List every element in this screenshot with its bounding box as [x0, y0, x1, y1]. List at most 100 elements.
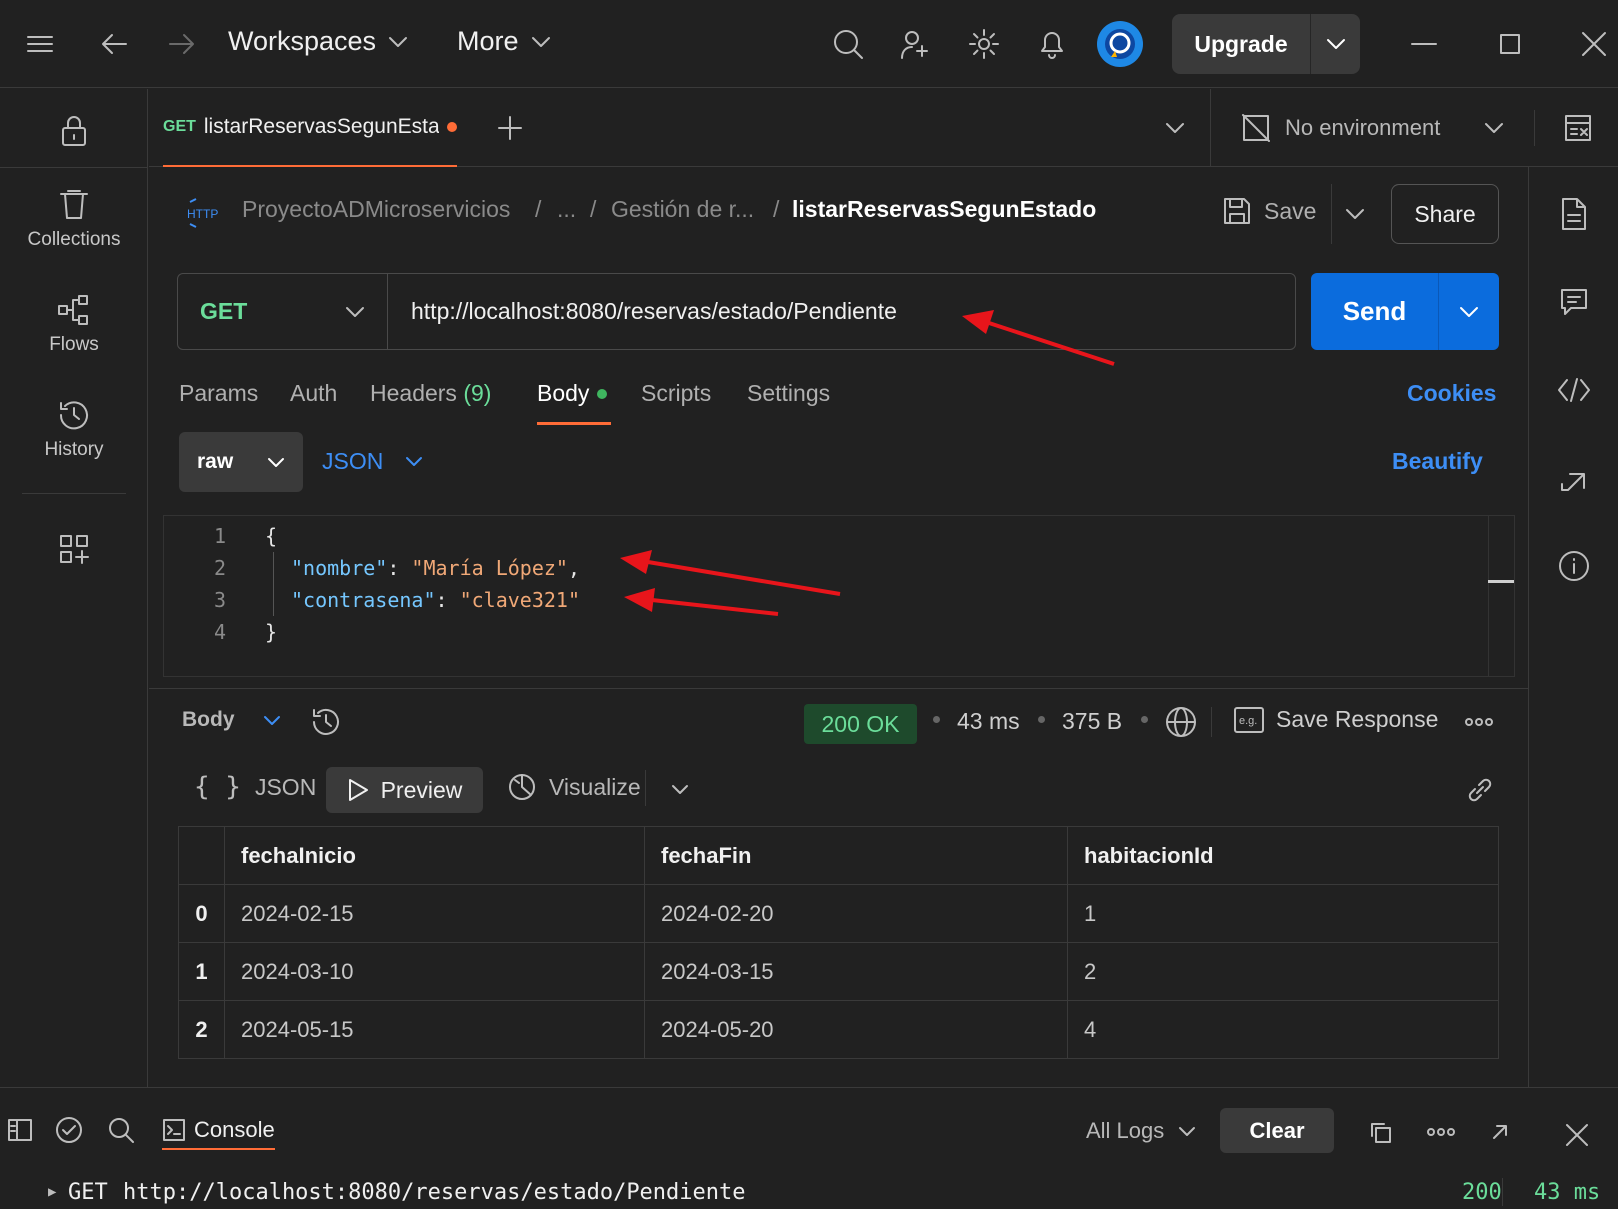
close-window-icon[interactable]: [1578, 28, 1610, 60]
row-index: 0: [178, 884, 225, 943]
sidebar-item-history[interactable]: History: [0, 399, 148, 461]
editor-scroll-thumb[interactable]: [1488, 580, 1514, 583]
add-widgets-icon[interactable]: [54, 529, 94, 569]
breadcrumb-separator: /: [535, 196, 542, 222]
save-disk-icon: [1224, 198, 1250, 224]
expand-triangle-icon[interactable]: ▶: [48, 1184, 56, 1200]
log-level-label: All Logs: [1086, 1118, 1165, 1143]
method-select[interactable]: GET: [178, 274, 388, 349]
play-icon: [348, 779, 368, 801]
maximize-window-icon[interactable]: [1492, 28, 1528, 60]
clear-console-button[interactable]: Clear: [1220, 1108, 1334, 1153]
save-dropdown-chevron-icon[interactable]: [1340, 200, 1370, 228]
tab-params[interactable]: Params: [179, 380, 258, 407]
format-visualize-tab[interactable]: Visualize: [507, 772, 641, 802]
tab-settings[interactable]: Settings: [747, 380, 830, 407]
network-globe-icon[interactable]: [1163, 704, 1199, 740]
log-time: 43 ms: [1534, 1180, 1601, 1205]
visualize-dropdown-chevron-icon[interactable]: [665, 778, 695, 800]
tabs-dropdown-chevron-icon[interactable]: [1160, 115, 1190, 141]
json-value: "clave321": [459, 588, 581, 612]
save-response-button[interactable]: e.g. Save Response: [1234, 706, 1438, 733]
indent-guide: [273, 552, 274, 616]
close-console-icon[interactable]: [1562, 1120, 1592, 1150]
column-header: habitacionId: [1067, 826, 1499, 885]
search-icon[interactable]: [830, 26, 866, 62]
table-cell: 2024-02-20: [644, 884, 1068, 943]
new-tab-plus-icon[interactable]: [495, 113, 525, 143]
find-search-icon[interactable]: [106, 1115, 136, 1145]
environment-quick-look-icon[interactable]: [1563, 113, 1593, 143]
body-language-select[interactable]: JSON: [322, 448, 423, 475]
share-button[interactable]: Share: [1391, 184, 1499, 244]
workspaces-menu[interactable]: Workspaces: [228, 26, 408, 57]
save-button[interactable]: Save: [1222, 196, 1316, 226]
left-sidebar: Collections Flows History: [0, 89, 148, 1087]
copy-console-icon[interactable]: [1366, 1118, 1394, 1146]
line-number: 3: [213, 588, 226, 612]
url-input[interactable]: http://localhost:8080/reservas/estado/Pe…: [388, 298, 897, 325]
tab-body[interactable]: Body: [537, 380, 608, 407]
breadcrumb-collection[interactable]: ProyectoADMicroservicios: [242, 196, 510, 223]
tab-name: listarReservasSegunEstado: [203, 115, 440, 138]
cookies-link[interactable]: Cookies: [1407, 380, 1496, 407]
toggle-sidebar-icon[interactable]: [6, 1116, 34, 1144]
active-tab-underline: [537, 422, 611, 425]
upgrade-button[interactable]: Upgrade: [1172, 14, 1360, 74]
body-mode-select[interactable]: raw: [179, 432, 303, 492]
settings-gear-icon[interactable]: [966, 26, 1002, 62]
send-dropdown[interactable]: [1439, 273, 1499, 350]
tab-auth[interactable]: Auth: [290, 380, 337, 407]
send-button[interactable]: Send: [1311, 273, 1499, 350]
console-tab-label: Console: [194, 1117, 275, 1142]
sidebar-item-flows[interactable]: Flows: [0, 294, 148, 356]
menu-icon[interactable]: [24, 28, 56, 60]
breadcrumb-ellipsis[interactable]: ...: [557, 196, 576, 223]
breadcrumb-separator: /: [773, 196, 780, 222]
tab-console[interactable]: Console: [162, 1112, 275, 1150]
console-more-options-icon[interactable]: [1424, 1118, 1458, 1146]
response-divider: [149, 688, 1528, 689]
related-collections-icon[interactable]: [1555, 459, 1593, 497]
info-icon[interactable]: [1555, 547, 1593, 585]
runner-check-icon[interactable]: [54, 1115, 84, 1145]
body-code-editor[interactable]: 1 { 2 "nombre": "María López", 3 "contra…: [163, 515, 1515, 677]
sidebar-item-collections[interactable]: Collections: [0, 189, 148, 251]
environment-label: No environment: [1285, 115, 1441, 140]
editor-scrollbar[interactable]: [1488, 516, 1514, 676]
save-response-label: Save Response: [1276, 706, 1439, 732]
tab-listar-reservas[interactable]: GET listarReservasSegunEstado: [163, 89, 457, 167]
invite-user-icon[interactable]: [898, 26, 934, 62]
comments-icon[interactable]: [1555, 283, 1593, 321]
history-icon: [59, 401, 88, 430]
lock-icon[interactable]: [54, 111, 94, 151]
tab-body-label: Body: [537, 380, 590, 406]
pop-out-console-icon[interactable]: [1486, 1118, 1514, 1146]
column-header: fechaFin: [644, 826, 1068, 885]
upgrade-dropdown[interactable]: [1311, 14, 1360, 74]
beautify-button[interactable]: Beautify: [1392, 448, 1483, 475]
back-arrow-icon[interactable]: [98, 28, 130, 60]
sidebar-item-label: Flows: [49, 334, 99, 355]
user-avatar[interactable]: [1097, 21, 1143, 67]
breadcrumb-folder[interactable]: Gestión de r...: [611, 196, 754, 223]
tab-scripts[interactable]: Scripts: [641, 380, 711, 407]
documentation-icon[interactable]: [1555, 195, 1593, 233]
more-menu[interactable]: More: [457, 26, 551, 57]
more-options-icon[interactable]: [1462, 708, 1496, 736]
response-preview-table: fechaInicio fechaFin habitacionId 0 2024…: [178, 826, 1499, 1059]
format-json-tab[interactable]: { } JSON: [194, 772, 316, 802]
unsaved-dot-icon: [447, 122, 457, 132]
response-view-select[interactable]: Body: [182, 708, 281, 732]
minimize-window-icon[interactable]: [1406, 28, 1442, 60]
notifications-bell-icon[interactable]: [1034, 26, 1070, 62]
format-preview-tab[interactable]: Preview: [326, 767, 483, 813]
code-snippet-icon[interactable]: [1555, 371, 1593, 409]
response-history-icon[interactable]: [308, 704, 344, 740]
forward-arrow-icon[interactable]: [166, 28, 198, 60]
tab-headers[interactable]: Headers (9): [370, 380, 491, 407]
log-level-filter[interactable]: All Logs: [1086, 1118, 1196, 1144]
copy-link-icon[interactable]: [1462, 772, 1498, 808]
http-protocol-icon: HTTP: [186, 198, 220, 228]
environment-selector[interactable]: No environment: [1210, 89, 1618, 167]
